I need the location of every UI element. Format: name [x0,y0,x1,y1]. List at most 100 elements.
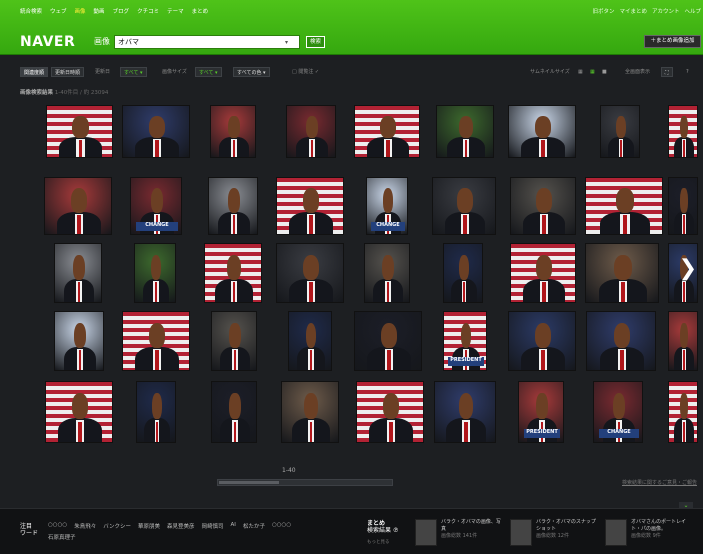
scrollbar-thumb[interactable] [219,481,279,484]
hot-word[interactable]: 松たか子 [243,522,265,530]
image-thumbnail[interactable] [54,243,102,303]
nav-item-blog[interactable]: ブログ [113,7,130,15]
color-select[interactable]: すべての色 ▾ [233,67,270,77]
sort-updated[interactable]: 更新日時順 [51,67,85,77]
hot-word[interactable]: 森見登美彦 [167,522,195,530]
matome-item-count: 画像総数 141件 [441,533,478,539]
search-button[interactable]: 検索 [306,36,325,48]
image-thumbnail[interactable] [510,243,576,303]
search-input[interactable] [115,36,285,48]
image-thumbnail[interactable] [668,105,698,158]
thumb-size-small-icon[interactable]: ▦ [578,67,583,77]
matome-more-link[interactable]: もっと見る [367,539,390,545]
rating-checkbox[interactable]: □ 閲覧注 ✓ [292,67,319,77]
image-thumbnail[interactable] [668,177,698,235]
hot-word[interactable]: 華原朋美 [138,522,160,530]
image-thumbnail[interactable] [208,177,258,235]
image-thumbnail[interactable] [54,311,104,371]
image-thumbnail[interactable] [276,243,344,303]
image-thumbnail[interactable] [585,243,659,303]
matome-item-title[interactable]: バラク・オバマのスナップショット [536,519,596,532]
image-thumbnail[interactable] [281,381,339,443]
matome-item-title[interactable]: オバマさんのポートレイト・パの画像。 [631,519,686,532]
image-thumbnail[interactable] [44,177,112,235]
image-thumbnail[interactable] [46,105,113,158]
image-thumbnail[interactable] [286,105,336,158]
thumb-size-medium-icon[interactable]: ▦ [590,67,595,77]
image-thumbnail[interactable] [288,311,332,371]
page-scrollbar[interactable] [217,479,393,486]
image-thumbnail[interactable] [122,311,190,371]
image-thumbnail[interactable] [668,381,698,443]
nav-item-matome[interactable]: まとめ [192,7,209,15]
matome-item-title[interactable]: バラク・オバマの画像、写真 [441,519,501,532]
nav-item-theme[interactable]: テーマ [167,7,184,15]
image-thumbnail[interactable] [210,105,256,158]
user-nav-my-matome[interactable]: マイまとめ [619,7,647,15]
hot-word[interactable]: バンクシー [103,522,131,530]
image-thumbnail[interactable]: CHANGE [593,381,643,443]
feedback-link[interactable]: 検索結果に関するご意見・ご報告 [622,479,697,486]
image-thumbnail[interactable] [436,105,494,158]
campaign-sign: PRESIDENT [523,429,561,439]
matome-item-count: 画像総数 12件 [536,533,569,539]
hot-word[interactable]: 岡崎慎司 [202,522,224,530]
hot-word[interactable]: 石原真理子 [48,533,76,541]
nav-item-review[interactable]: クチコミ [137,7,159,15]
thumb-size-large-icon[interactable]: ■ [602,67,607,77]
image-thumbnail[interactable] [122,105,190,158]
image-thumbnail[interactable] [354,105,420,158]
image-thumbnail[interactable] [510,177,576,235]
hot-word[interactable]: AI [231,522,236,530]
matome-item[interactable]: オバマさんのポートレイト・パの画像。 画像総数 9件 [605,519,695,547]
image-thumbnail[interactable] [443,243,483,303]
help-icon[interactable]: ? [686,67,689,77]
image-thumbnail[interactable] [136,381,176,443]
image-thumbnail[interactable] [586,311,656,371]
image-thumbnail[interactable] [600,105,640,158]
matome-item[interactable]: バラク・オバマの画像、写真 画像総数 141件 [415,519,505,547]
user-nav-old[interactable]: 旧ボタン [592,7,614,15]
image-thumbnail[interactable] [204,243,262,303]
user-nav-account[interactable]: アカウント [652,7,680,15]
hot-word[interactable]: 朱鳥飛々 [74,522,96,530]
image-thumbnail[interactable] [434,381,496,443]
matome-thumbnail[interactable] [605,519,627,546]
filter-bar: 関連度順 更新日時順 更新日 すべて ▾ 画像サイズ すべて ▾ すべての色 ▾… [0,64,703,80]
image-thumbnail[interactable] [211,381,257,443]
user-nav-help[interactable]: ヘルプ [684,7,701,15]
naver-logo[interactable]: NAVER [20,35,75,49]
nav-item-all[interactable]: 統合検索 [20,7,42,15]
image-thumbnail[interactable] [356,381,424,443]
image-thumbnail[interactable] [211,311,257,371]
update-date-select[interactable]: すべて ▾ [120,67,147,77]
hot-word[interactable]: ○○○○ [48,522,67,530]
image-thumbnail[interactable]: CHANGE [366,177,408,235]
next-page-arrow-icon[interactable]: ❯ [679,258,697,280]
nav-item-video[interactable]: 動画 [94,7,105,15]
image-thumbnail[interactable] [668,311,698,371]
image-thumbnail[interactable] [45,381,113,443]
image-thumbnail[interactable] [276,177,344,235]
image-thumbnail[interactable]: PRESIDENT [518,381,564,443]
add-matome-image-button[interactable]: ＋まとめ画像追加 [644,35,701,48]
matome-thumbnail[interactable] [415,519,437,546]
image-thumbnail[interactable] [354,311,422,371]
matome-item[interactable]: バラク・オバマのスナップショット 画像総数 12件 [510,519,600,547]
image-thumbnail[interactable] [134,243,176,303]
matome-thumbnail[interactable] [510,519,532,546]
fullscreen-icon[interactable]: ⛶ [661,67,673,77]
hot-word[interactable]: ○○○○ [272,522,291,530]
nav-item-web[interactable]: ウェブ [50,7,67,15]
sort-relevance[interactable]: 関連度順 [20,67,49,77]
image-thumbnail[interactable] [508,311,576,371]
image-thumbnail[interactable] [508,105,576,158]
image-thumbnail[interactable]: PRESIDENT [443,311,487,371]
image-thumbnail[interactable] [585,177,663,235]
image-thumbnail[interactable] [432,177,496,235]
image-size-select[interactable]: すべて ▾ [195,67,222,77]
image-thumbnail[interactable] [364,243,410,303]
nav-item-images[interactable]: 画像 [75,7,86,15]
image-thumbnail[interactable]: CHANGE [130,177,182,235]
chevron-down-icon[interactable]: ▾ [285,39,288,46]
